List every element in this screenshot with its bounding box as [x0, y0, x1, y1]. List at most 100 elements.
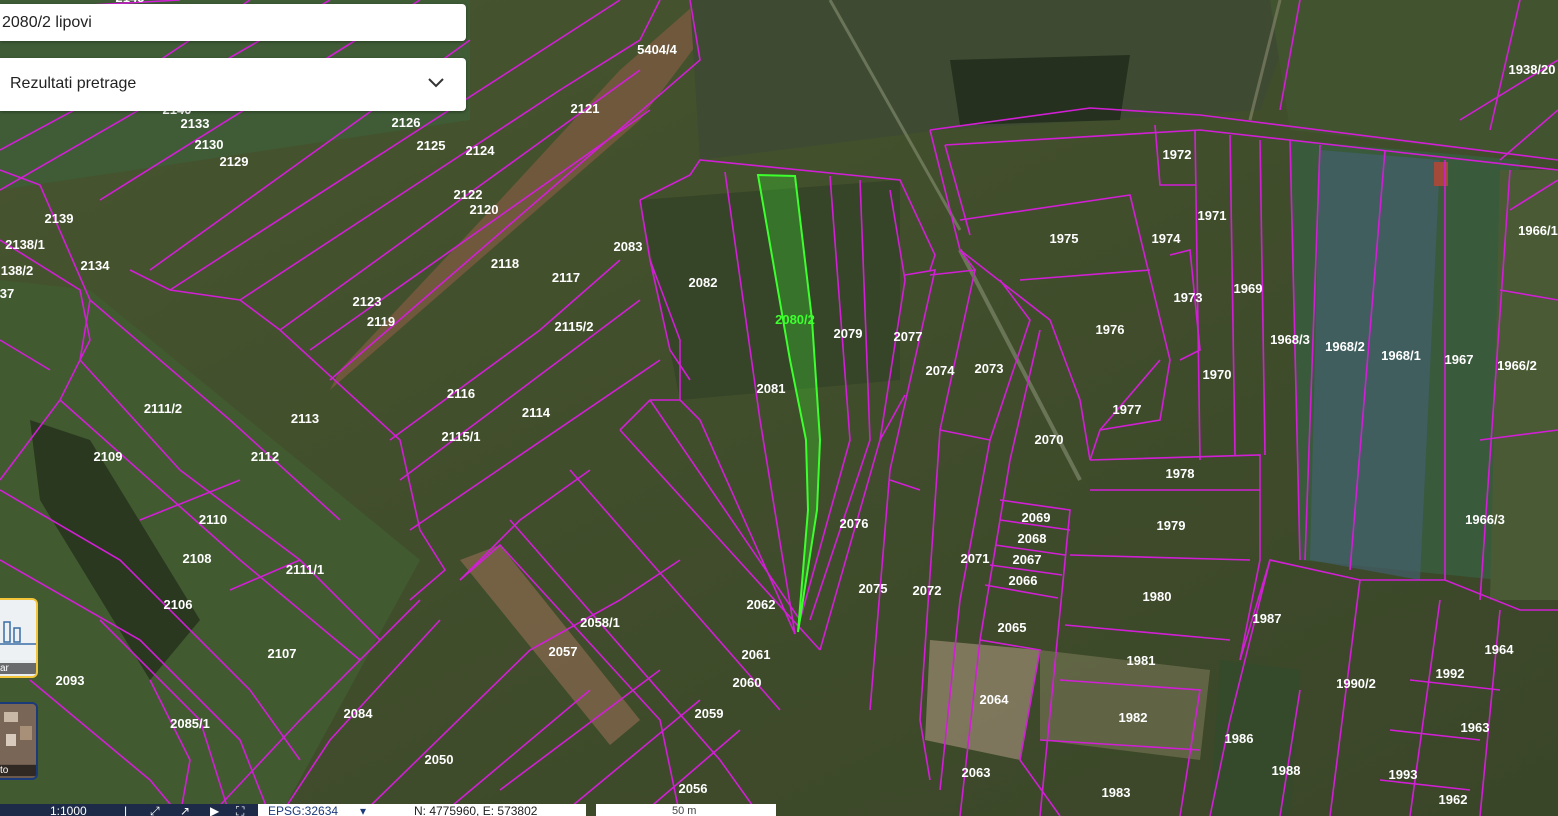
svg-text:1968/1: 1968/1 — [1381, 348, 1421, 363]
svg-text:2066: 2066 — [1009, 573, 1038, 588]
svg-text:1968/2: 1968/2 — [1325, 339, 1365, 354]
svg-text:1979: 1979 — [1157, 518, 1186, 533]
svg-text:2063: 2063 — [962, 765, 991, 780]
svg-text:2093: 2093 — [56, 673, 85, 688]
svg-text:2115/2: 2115/2 — [554, 319, 593, 334]
svg-text:2085/1: 2085/1 — [170, 716, 210, 731]
svg-text:1964: 1964 — [1485, 642, 1515, 657]
svg-text:2121: 2121 — [571, 101, 600, 116]
svg-text:1983: 1983 — [1102, 785, 1131, 800]
search-results-dropdown[interactable]: Rezultati pretrage — [0, 58, 466, 111]
svg-text:1963: 1963 — [1461, 720, 1490, 735]
svg-text:2065: 2065 — [998, 620, 1027, 635]
svg-text:2083: 2083 — [614, 239, 643, 254]
svg-text:1977: 1977 — [1113, 402, 1142, 417]
play-icon[interactable]: ▶ — [210, 804, 219, 816]
svg-text:2138/1: 2138/1 — [5, 237, 45, 252]
svg-text:2058/1: 2058/1 — [580, 615, 620, 630]
svg-text:2080/2: 2080/2 — [775, 312, 815, 327]
svg-text:1987: 1987 — [1253, 611, 1282, 626]
search-box[interactable] — [0, 4, 466, 41]
expand-icon[interactable]: ⛶ — [236, 804, 244, 816]
svg-text:2059: 2059 — [695, 706, 724, 721]
svg-text:2069: 2069 — [1022, 510, 1051, 525]
svg-text:1971: 1971 — [1198, 208, 1227, 223]
svg-text:1975: 1975 — [1050, 231, 1079, 246]
svg-text:2113: 2113 — [291, 411, 319, 426]
svg-text:2116: 2116 — [447, 386, 475, 401]
svg-text:2060: 2060 — [733, 675, 762, 690]
svg-text:1986: 1986 — [1225, 731, 1254, 746]
svg-text:2120: 2120 — [470, 202, 499, 217]
map-canvas[interactable]: 2145 5404/4 1938/20 2121 2140 2133 2126 … — [0, 0, 1558, 816]
svg-text:1981: 1981 — [1127, 653, 1156, 668]
svg-text:2075: 2075 — [859, 581, 888, 596]
imagery — [0, 0, 1558, 816]
scale-bar: 50 m — [596, 804, 776, 816]
svg-text:2117: 2117 — [552, 270, 580, 285]
svg-text:2126: 2126 — [392, 115, 421, 130]
svg-text:2074: 2074 — [926, 363, 956, 378]
svg-text:2068: 2068 — [1018, 531, 1047, 546]
measure-icon[interactable]: ↗ — [180, 804, 190, 816]
scale-readout[interactable]: 1:1000 — [50, 804, 87, 816]
svg-text:5404/4: 5404/4 — [637, 42, 678, 57]
svg-text:2067: 2067 — [1013, 552, 1042, 567]
search-input[interactable] — [0, 4, 466, 41]
svg-text:2071: 2071 — [961, 551, 990, 566]
svg-text:2070: 2070 — [1035, 432, 1064, 447]
search-results-label: Rezultati pretrage — [10, 75, 137, 92]
fullscreen-icon[interactable]: ⤢ — [150, 804, 160, 816]
svg-text:2112: 2112 — [251, 449, 279, 464]
svg-text:2107: 2107 — [268, 646, 297, 661]
svg-text:2081: 2081 — [757, 381, 786, 396]
svg-text:2130: 2130 — [195, 137, 224, 152]
svg-text:2050: 2050 — [425, 752, 454, 767]
svg-text:2109: 2109 — [94, 449, 123, 464]
svg-text:2057: 2057 — [549, 644, 578, 659]
svg-text:2082: 2082 — [689, 275, 718, 290]
svg-text:2077: 2077 — [894, 329, 923, 344]
scale-bar-label: 50 m — [672, 805, 697, 816]
svg-text:2111/2: 2111/2 — [144, 401, 182, 416]
svg-text:2122: 2122 — [454, 187, 483, 202]
svg-text:1969: 1969 — [1234, 281, 1263, 296]
svg-text:2119: 2119 — [367, 314, 395, 329]
svg-text:1966/1: 1966/1 — [1518, 223, 1558, 238]
orthophoto-layer-label: to — [0, 765, 36, 776]
svg-text:1966/2: 1966/2 — [1497, 358, 1537, 373]
crs-dropdown-icon[interactable]: ▾ — [360, 804, 366, 816]
svg-text:2064: 2064 — [980, 692, 1010, 707]
orthophoto-thumbnail-icon — [0, 704, 36, 764]
map-tools-bar: 1:1000 | ⤢ ↗ ▶ ⛶ — [0, 804, 258, 816]
svg-text:2118: 2118 — [491, 256, 519, 271]
svg-text:2106: 2106 — [164, 597, 193, 612]
svg-text:1968/3: 1968/3 — [1270, 332, 1310, 347]
cadastre-layer-button[interactable]: ar — [0, 598, 38, 678]
svg-text:2061: 2061 — [742, 647, 771, 662]
svg-text:1992: 1992 — [1436, 666, 1465, 681]
svg-text:1970: 1970 — [1203, 367, 1232, 382]
svg-text:2115/1: 2115/1 — [441, 429, 480, 444]
svg-text:1966/3: 1966/3 — [1465, 512, 1505, 527]
svg-text:1982: 1982 — [1119, 710, 1148, 725]
status-bar: 1:1000 | ⤢ ↗ ▶ ⛶ EPSG:32634 ▾ N: 4775960… — [0, 804, 1558, 816]
svg-text:2111/1: 2111/1 — [286, 562, 324, 577]
svg-text:2076: 2076 — [840, 516, 869, 531]
svg-text:1974: 1974 — [1152, 231, 1182, 246]
crs-selector[interactable]: EPSG:32634 — [268, 804, 338, 816]
coordinate-readout: N: 4775960, E: 573802 — [414, 804, 538, 816]
svg-text:2124: 2124 — [466, 143, 496, 158]
svg-text:1980: 1980 — [1143, 589, 1172, 604]
svg-text:1967: 1967 — [1445, 352, 1474, 367]
orthophoto-layer-button[interactable]: to — [0, 702, 38, 780]
svg-text:2110: 2110 — [199, 512, 227, 527]
svg-text:37: 37 — [0, 286, 14, 301]
svg-text:2072: 2072 — [913, 583, 942, 598]
svg-text:1990/2: 1990/2 — [1336, 676, 1376, 691]
svg-text:1976: 1976 — [1096, 322, 1125, 337]
svg-text:2108: 2108 — [183, 551, 212, 566]
svg-text:2114: 2114 — [522, 405, 551, 420]
cursor-tool-icon[interactable]: | — [124, 804, 127, 816]
chevron-down-icon — [428, 78, 444, 88]
